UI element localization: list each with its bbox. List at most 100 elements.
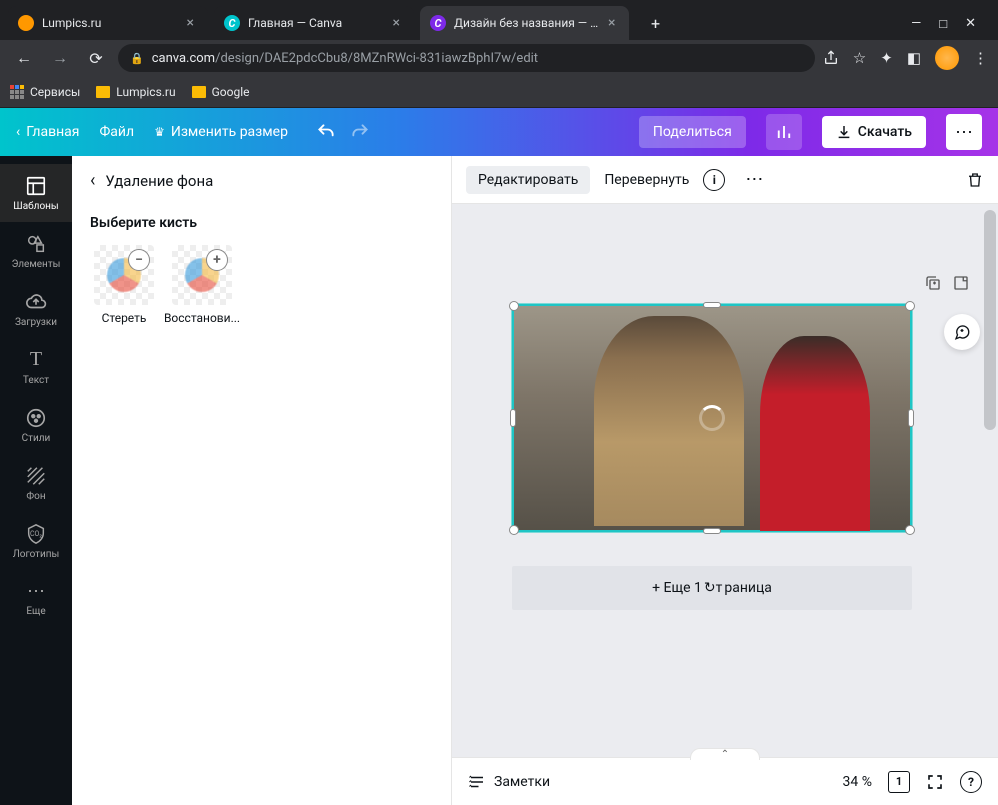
- sidenav-uploads[interactable]: Загрузки: [0, 280, 72, 338]
- sidenav-logos[interactable]: CO₂ Логотипы: [0, 512, 72, 570]
- templates-icon: [25, 175, 47, 197]
- footer-expand-tab[interactable]: ⌃: [690, 748, 760, 760]
- elements-icon: [25, 233, 47, 255]
- panel-back-button[interactable]: ‹ Удаление фона: [90, 170, 433, 191]
- tabs-icon[interactable]: ◧: [907, 49, 921, 67]
- window-controls: — □ ✕: [911, 16, 990, 40]
- tab-title: Дизайн без названия — 1200: [454, 16, 604, 30]
- canvas-page[interactable]: [512, 304, 912, 532]
- uploads-icon: [25, 291, 47, 313]
- header-more-button[interactable]: ⋯: [946, 114, 982, 150]
- crown-icon: ♛: [154, 125, 165, 139]
- redo-button[interactable]: [350, 122, 370, 142]
- zoom-level[interactable]: 34 %: [843, 774, 872, 790]
- reload-button[interactable]: ⟳: [82, 44, 110, 72]
- brush-label: Стереть: [102, 311, 147, 325]
- add-page-button[interactable]: + Еще 1 ↻траница: [512, 566, 912, 610]
- delete-button[interactable]: [966, 171, 984, 189]
- loading-spinner-icon: [699, 405, 725, 431]
- home-button[interactable]: ‹ Главная: [16, 124, 79, 140]
- app-body: Шаблоны Элементы Загрузки T Текст Стили …: [0, 156, 998, 805]
- info-icon[interactable]: i: [703, 169, 725, 191]
- extensions-icon[interactable]: ✦: [880, 49, 893, 67]
- resize-handle[interactable]: [703, 302, 721, 308]
- resize-button[interactable]: ♛ Изменить размер: [154, 124, 288, 140]
- more-icon: ⋯: [27, 581, 45, 602]
- canvas-area: Редактировать Перевернуть i ⋯: [452, 156, 998, 805]
- url-input[interactable]: 🔒 canva.com/design/DAE2pdcCbu8/8MZnRWci-…: [118, 44, 815, 72]
- bookmarks-bar: Сервисы Lumpics.ru Google: [0, 76, 998, 108]
- apps-label: Сервисы: [30, 85, 80, 99]
- duplicate-page-icon[interactable]: [924, 274, 942, 292]
- chevron-left-icon: ‹: [90, 170, 95, 191]
- tab-close-icon[interactable]: ×: [604, 15, 619, 31]
- panel-section-title: Выберите кисть: [90, 215, 433, 231]
- menu-icon[interactable]: ⋮: [973, 49, 988, 67]
- apps-icon: [10, 85, 24, 99]
- image-content: [760, 336, 870, 531]
- bookmark-item[interactable]: Lumpics.ru: [96, 85, 175, 99]
- favicon-icon: C: [430, 15, 446, 31]
- notes-button[interactable]: Заметки: [468, 773, 550, 791]
- download-button[interactable]: Скачать: [822, 116, 926, 148]
- fullscreen-button[interactable]: [926, 773, 944, 791]
- side-panel: ‹ Удаление фона Выберите кисть − Стереть…: [72, 156, 452, 805]
- canvas-viewport[interactable]: + Еще 1 ↻траница: [452, 204, 998, 757]
- text-icon: T: [30, 348, 42, 371]
- sidenav-elements[interactable]: Элементы: [0, 222, 72, 280]
- logos-icon: CO₂: [25, 523, 47, 545]
- insights-button[interactable]: [766, 114, 802, 150]
- file-menu[interactable]: Файл: [99, 124, 134, 140]
- page-number-button[interactable]: 1: [888, 771, 910, 793]
- resize-handle[interactable]: [509, 301, 519, 311]
- sidenav-templates[interactable]: Шаблоны: [0, 164, 72, 222]
- sidenav-background[interactable]: Фон: [0, 454, 72, 512]
- sidenav-styles[interactable]: Стили: [0, 396, 72, 454]
- resize-handle[interactable]: [905, 525, 915, 535]
- resize-handle[interactable]: [510, 409, 516, 427]
- minus-icon: −: [128, 249, 150, 271]
- flip-button[interactable]: Перевернуть: [604, 172, 689, 188]
- resize-handle[interactable]: [905, 301, 915, 311]
- tab-close-icon[interactable]: ×: [183, 15, 198, 31]
- share-icon[interactable]: [823, 50, 839, 66]
- maximize-icon[interactable]: □: [939, 16, 947, 32]
- context-more-button[interactable]: ⋯: [745, 169, 763, 190]
- background-icon: [25, 465, 47, 487]
- add-page-icon[interactable]: [952, 274, 970, 292]
- brush-thumb: +: [172, 245, 232, 305]
- help-button[interactable]: ?: [960, 771, 982, 793]
- bookmark-item[interactable]: Google: [192, 85, 250, 99]
- sidenav-more[interactable]: ⋯ Еще: [0, 570, 72, 628]
- brush-erase[interactable]: − Стереть: [90, 245, 158, 325]
- tab-close-icon[interactable]: ×: [389, 15, 404, 31]
- brush-thumb: −: [94, 245, 154, 305]
- notes-icon: [468, 773, 486, 791]
- browser-tab-0[interactable]: Lumpics.ru ×: [8, 6, 208, 40]
- tab-title: Lumpics.ru: [42, 16, 101, 30]
- undo-button[interactable]: [316, 122, 336, 142]
- close-icon[interactable]: ✕: [965, 16, 976, 32]
- bookmark-star-icon[interactable]: ☆: [853, 49, 866, 67]
- vertical-scrollbar[interactable]: [984, 210, 996, 430]
- profile-avatar[interactable]: [935, 46, 959, 70]
- refresh-icon: ↻т: [704, 580, 722, 596]
- resize-handle[interactable]: [509, 525, 519, 535]
- brush-restore[interactable]: + Восстанови...: [168, 245, 236, 325]
- apps-button[interactable]: Сервисы: [10, 85, 80, 99]
- panel-title: Удаление фона: [105, 172, 213, 190]
- edit-image-button[interactable]: Редактировать: [466, 166, 590, 194]
- new-tab-button[interactable]: +: [641, 9, 669, 37]
- resize-handle[interactable]: [908, 409, 914, 427]
- minimize-icon[interactable]: —: [911, 16, 921, 32]
- sidenav-text[interactable]: T Текст: [0, 338, 72, 396]
- back-button[interactable]: ←: [10, 44, 38, 72]
- browser-tab-2[interactable]: C Дизайн без названия — 1200 ×: [420, 6, 629, 40]
- browser-tab-1[interactable]: C Главная — Canva ×: [214, 6, 414, 40]
- forward-button[interactable]: →: [46, 44, 74, 72]
- comment-button[interactable]: [944, 314, 980, 350]
- favicon-icon: [18, 15, 34, 31]
- resize-handle[interactable]: [703, 528, 721, 534]
- share-button[interactable]: Поделиться: [639, 116, 746, 148]
- plus-icon: +: [206, 249, 228, 271]
